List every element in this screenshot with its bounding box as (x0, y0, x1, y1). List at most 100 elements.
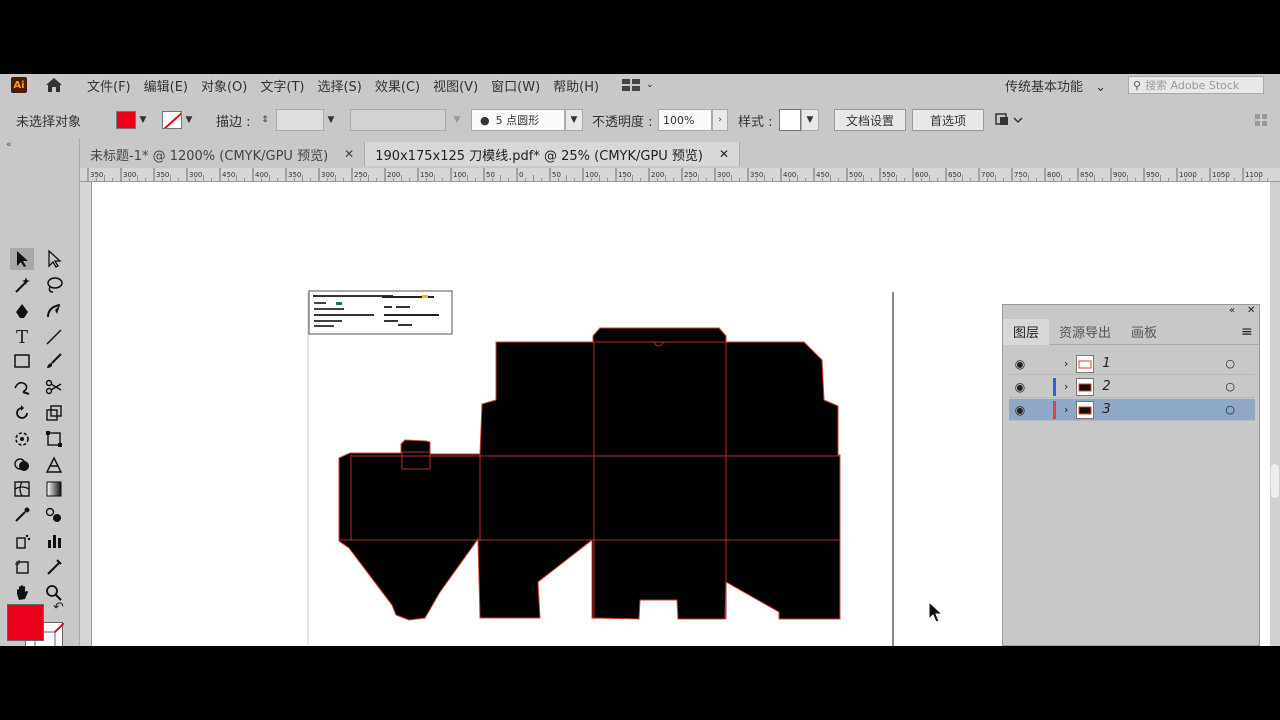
menu-help[interactable]: 帮助(H) (553, 76, 599, 95)
direct-selection-tool-icon[interactable] (42, 248, 66, 270)
eye-icon[interactable]: ◉ (1009, 403, 1031, 417)
vertical-scrollbar[interactable] (1270, 182, 1280, 646)
shaper-tool-icon[interactable] (10, 376, 34, 398)
gradient-tool-icon[interactable] (42, 478, 66, 500)
layer-name[interactable]: 2 (1102, 379, 1202, 394)
home-icon[interactable] (45, 77, 63, 93)
ruler-label: 500 (849, 171, 862, 179)
chevron-down-icon: ▼ (453, 115, 461, 125)
document-setup-button[interactable]: 文档设置 (834, 109, 906, 131)
layer-row[interactable]: ◉ › 3 ○ (1009, 399, 1255, 421)
stroke-weight-field[interactable] (276, 109, 324, 131)
curvature-tool-icon[interactable] (42, 300, 66, 322)
puppet-warp-icon[interactable] (10, 428, 34, 450)
opacity-value[interactable]: 100% (658, 109, 712, 131)
fill-swatch[interactable] (116, 111, 136, 129)
scale-tool-icon[interactable] (42, 402, 66, 424)
mesh-tool-icon[interactable] (10, 478, 34, 500)
shape-builder-icon[interactable] (10, 454, 34, 476)
close-icon[interactable]: ✕ (719, 147, 729, 161)
vertical-ruler (80, 182, 92, 646)
chevron-right-icon[interactable]: › (1064, 403, 1068, 416)
tab-untitled[interactable]: 未标题-1* @ 1200% (CMYK/GPU 预览) ✕ (80, 142, 366, 166)
rectangle-tool-icon[interactable] (10, 350, 34, 372)
chevron-down-icon[interactable]: ▼ (565, 109, 583, 131)
line-tool-icon[interactable] (42, 326, 66, 348)
toolbar-collapse-icon[interactable]: « (6, 140, 12, 150)
column-graph-icon[interactable] (42, 530, 66, 552)
eyedropper-icon[interactable] (10, 504, 34, 526)
stroke-weight-dropdown[interactable]: ▼ (324, 109, 338, 131)
slice-tool-icon[interactable] (42, 556, 66, 578)
stroke-swatch-group[interactable]: ▼ (162, 109, 196, 131)
menu-effect[interactable]: 效果(C) (375, 76, 420, 95)
tab-artboards[interactable]: 画板 (1121, 319, 1167, 345)
layer-row[interactable]: ◉ › 1 ○ (1009, 353, 1255, 375)
artboard-tool-icon[interactable] (10, 556, 34, 578)
layer-name[interactable]: 1 (1102, 356, 1202, 371)
tab-asset-export[interactable]: 资源导出 (1049, 319, 1121, 345)
fill-color-box-front[interactable] (7, 604, 44, 641)
graphic-style-swatch[interactable]: ▼ (779, 109, 819, 131)
rotate-tool-icon[interactable] (10, 402, 34, 424)
chevron-right-icon[interactable]: › (1064, 380, 1068, 393)
workspace-switcher[interactable]: 传统基本功能 ⌄ (1005, 76, 1106, 95)
preferences-button[interactable]: 首选项 (912, 109, 984, 131)
chevron-down-icon[interactable]: ▼ (136, 110, 150, 130)
close-icon[interactable]: ✕ (344, 147, 354, 161)
menu-edit[interactable]: 编辑(E) (144, 76, 188, 95)
layer-row[interactable]: ◉ › 2 ○ (1009, 376, 1255, 398)
menu-select[interactable]: 选择(S) (317, 76, 361, 95)
opacity-arrow[interactable]: › (712, 109, 728, 131)
panel-collapse-icon[interactable]: « (1229, 305, 1235, 316)
ruler-label: 1000 (1179, 171, 1197, 179)
target-circle-icon[interactable]: ○ (1225, 357, 1235, 370)
spec-legend-box[interactable] (308, 290, 453, 335)
opacity-field[interactable]: 100% (658, 109, 712, 131)
layer-name[interactable]: 3 (1102, 402, 1202, 417)
perspective-grid-icon[interactable] (42, 454, 66, 476)
variable-width-dropdown[interactable]: ▼ (450, 109, 464, 131)
free-transform-icon[interactable] (42, 428, 66, 450)
tab-dieline-pdf[interactable]: 190x175x125 刀模线.pdf* @ 25% (CMYK/GPU 预览)… (365, 142, 741, 166)
arrange-documents-button[interactable]: ⌄ (622, 79, 654, 91)
type-tool-icon[interactable]: T (10, 326, 34, 348)
menu-view[interactable]: 视图(V) (433, 76, 478, 95)
box-dieline[interactable] (338, 327, 841, 621)
panel-menu-icon[interactable] (1254, 109, 1268, 131)
panel-menu-icon[interactable]: ≡ (1241, 324, 1253, 340)
chevron-down-icon[interactable]: ▼ (801, 109, 819, 131)
ruler-label: 800 (1047, 171, 1060, 179)
stock-search-input[interactable]: ⚲ 搜索 Adobe Stock (1128, 76, 1264, 94)
eye-icon[interactable]: ◉ (1009, 380, 1031, 394)
lasso-icon[interactable] (42, 274, 66, 296)
eye-icon[interactable]: ◉ (1009, 357, 1031, 371)
target-circle-icon[interactable]: ○ (1225, 403, 1235, 416)
menu-object[interactable]: 对象(O) (201, 76, 247, 95)
tab-layers[interactable]: 图层 (1003, 318, 1050, 345)
symbol-sprayer-icon[interactable] (10, 530, 34, 552)
stroke-weight-stepper[interactable]: ⇕ (258, 109, 272, 131)
paintbrush-icon[interactable] (42, 350, 66, 372)
magic-wand-icon[interactable] (10, 274, 34, 296)
panel-close-icon[interactable]: ✕ (1247, 305, 1255, 316)
blend-tool-icon[interactable] (42, 504, 66, 526)
stroke-swatch[interactable] (162, 111, 182, 129)
menu-type[interactable]: 文字(T) (260, 76, 304, 95)
menu-window[interactable]: 窗口(W) (491, 76, 540, 95)
arrange-icon[interactable] (994, 109, 1028, 131)
brush-definition[interactable]: ● 5 点圆形 ▼ (471, 109, 583, 131)
swap-colors-icon[interactable]: ↶ (53, 600, 64, 615)
hand-tool-icon[interactable] (10, 582, 34, 604)
target-circle-icon[interactable]: ○ (1225, 380, 1235, 393)
variable-width-profile[interactable] (350, 109, 446, 131)
chevron-right-icon[interactable]: › (1064, 357, 1068, 370)
selection-tool-icon[interactable] (10, 248, 34, 270)
pen-tool-icon[interactable] (10, 300, 34, 322)
stepper-arrows-icon[interactable]: ⇕ (258, 110, 272, 130)
scrollbar-thumb[interactable] (1271, 464, 1279, 498)
menu-file[interactable]: 文件(F) (87, 76, 131, 95)
scissors-icon[interactable] (42, 376, 66, 398)
chevron-down-icon[interactable]: ▼ (182, 110, 196, 130)
fill-swatch-group[interactable]: ▼ (116, 109, 150, 131)
